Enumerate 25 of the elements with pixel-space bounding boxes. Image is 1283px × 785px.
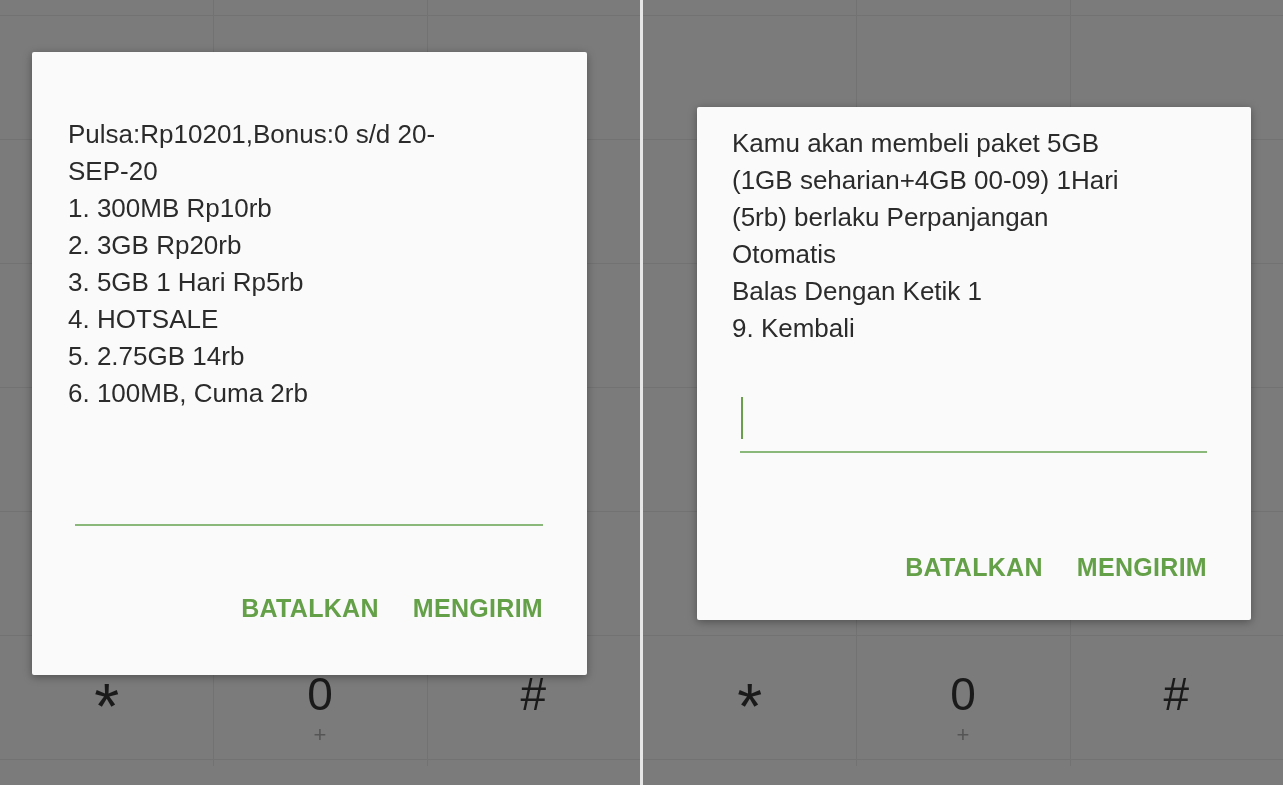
message-line: 1. 300MB Rp10rb: [68, 192, 272, 225]
keypad-key[interactable]: *: [0, 635, 214, 760]
message-line: Otomatis: [732, 238, 837, 271]
message-line: 6. 100MB, Cuma 2rb: [68, 377, 308, 410]
cancel-button[interactable]: BATALKAN: [905, 541, 1043, 594]
message-line: Balas Dengan Ketik 1: [732, 275, 983, 308]
message-line: 2. 3GB Rp20rb: [68, 229, 242, 262]
message-line: Pulsa:Rp10201,Bonus:0 s/d 20-: [68, 118, 436, 151]
message-line: 3. 5GB 1 Hari Rp5rb: [68, 266, 304, 299]
message-line: (5rb) berlaku Perpanjangan: [732, 201, 1049, 234]
keypad-key[interactable]: 0 +: [213, 635, 427, 760]
keypad-key[interactable]: 0 +: [856, 635, 1070, 760]
keypad-key[interactable]: #: [1069, 635, 1283, 760]
cancel-button[interactable]: BATALKAN: [241, 582, 379, 635]
send-button[interactable]: MENGIRIM: [1076, 541, 1207, 594]
message-line: SEP-20: [68, 155, 158, 188]
send-button[interactable]: MENGIRIM: [412, 582, 543, 635]
message-line: 4. HOTSALE: [68, 303, 219, 336]
text-cursor: [741, 397, 743, 439]
keypad-key[interactable]: *: [643, 635, 857, 760]
keypad-key[interactable]: #: [426, 635, 640, 760]
message-line: (1GB seharian+4GB 00-09) 1Hari: [732, 164, 1119, 197]
message-line: 9. Kembali: [732, 312, 855, 345]
message-line: 5. 2.75GB 14rb: [68, 340, 245, 373]
message-line: Kamu akan membeli paket 5GB: [732, 127, 1100, 160]
